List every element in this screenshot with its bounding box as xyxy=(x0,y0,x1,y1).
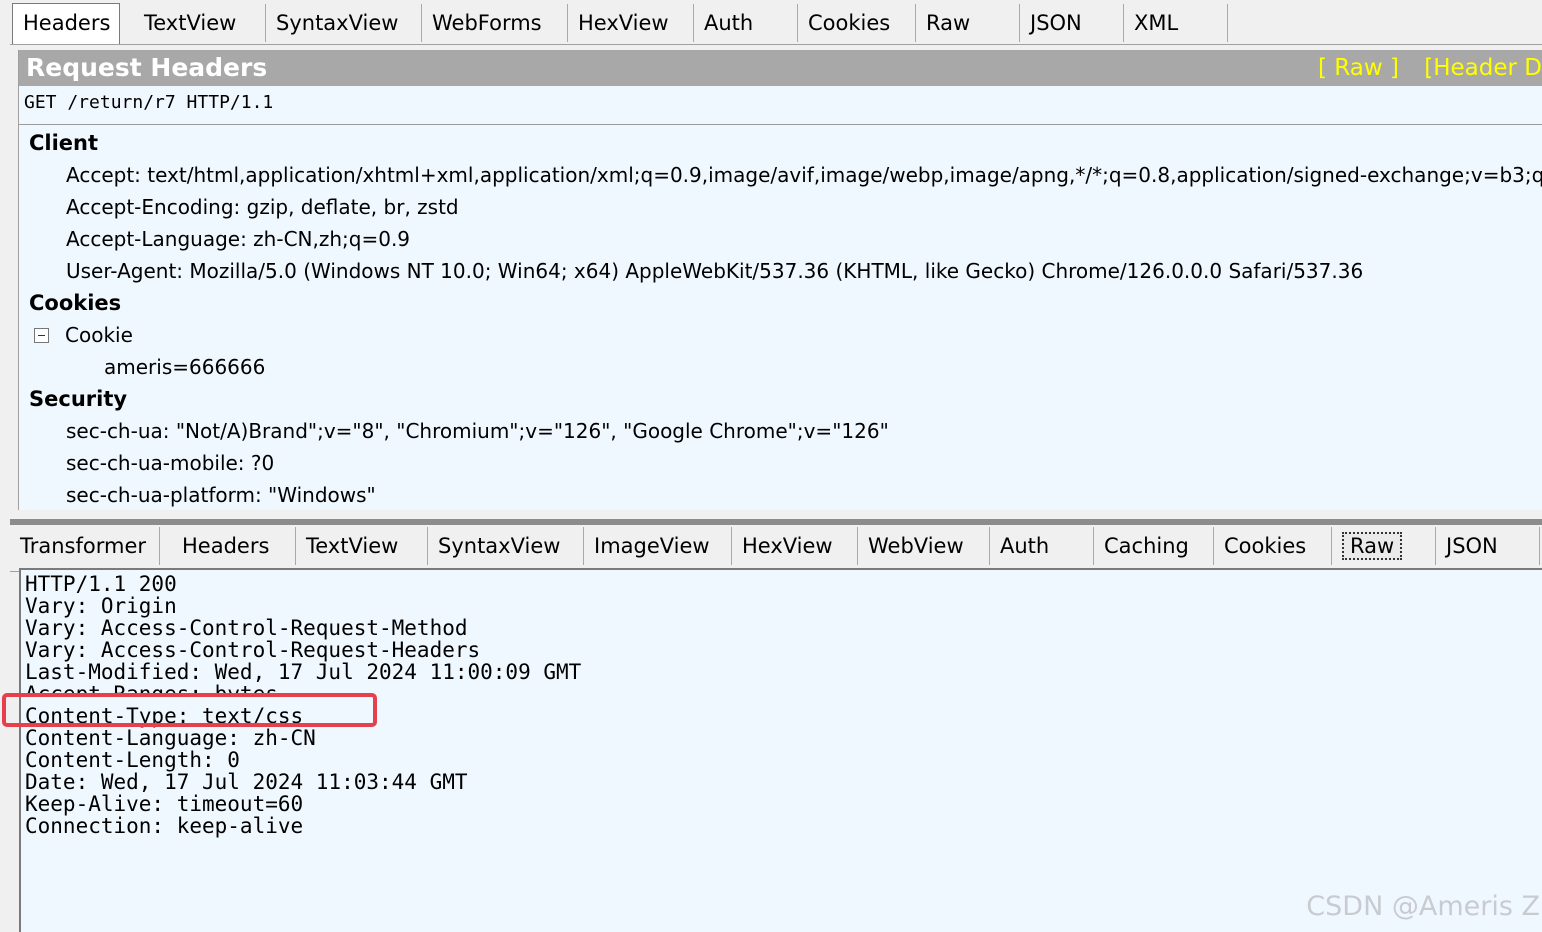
collapse-icon[interactable] xyxy=(34,327,49,343)
header-definitions-link[interactable]: [Header D xyxy=(1424,55,1542,81)
tab-request-json[interactable]: JSON xyxy=(1020,4,1124,42)
tab-response-syntaxview[interactable]: SyntaxView xyxy=(428,527,584,565)
tab-request-syntaxview[interactable]: SyntaxView xyxy=(266,4,422,42)
raw-line: Content-Length: 0 xyxy=(25,748,240,772)
tab-response-caching[interactable]: Caching xyxy=(1094,527,1214,565)
request-tab-bar: Headers TextView SyntaxView WebForms Hex… xyxy=(10,0,1542,45)
group-security[interactable]: Security xyxy=(19,383,1542,415)
tab-response-hexview[interactable]: HexView xyxy=(732,527,858,565)
tab-response-raw[interactable]: Raw xyxy=(1332,527,1436,565)
cookie-node[interactable]: Cookie xyxy=(19,319,1542,351)
header-item[interactable]: User-Agent: Mozilla/5.0 (Windows NT 10.0… xyxy=(19,255,1542,287)
response-raw-panel[interactable]: HTTP/1.1 200 Vary: Origin Vary: Access-C… xyxy=(19,568,1542,932)
header-item[interactable]: Accept: text/html,application/xhtml+xml,… xyxy=(19,159,1542,191)
raw-line: Vary: Access-Control-Request-Headers xyxy=(25,638,481,662)
tab-request-webforms[interactable]: WebForms xyxy=(422,4,568,42)
tab-request-raw[interactable]: Raw xyxy=(916,4,1020,42)
tab-response-headers[interactable]: Headers xyxy=(172,527,296,565)
raw-line: Last-Modified: Wed, 17 Jul 2024 11:00:09… xyxy=(25,660,582,684)
raw-line: Content-Language: zh-CN xyxy=(25,726,316,750)
tab-response-webview[interactable]: WebView xyxy=(858,527,990,565)
header-item[interactable]: Accept-Encoding: gzip, deflate, br, zstd xyxy=(19,191,1542,223)
request-line: GET /return/r7 HTTP/1.1 xyxy=(19,86,1542,125)
raw-line: Vary: Origin xyxy=(25,594,177,618)
raw-line: Connection: keep-alive xyxy=(25,814,304,838)
tab-response-auth[interactable]: Auth xyxy=(990,527,1094,565)
tab-request-headers[interactable]: Headers xyxy=(12,3,120,44)
tab-response-textview[interactable]: TextView xyxy=(296,527,428,565)
cookie-value[interactable]: ameris=666666 xyxy=(19,351,1542,383)
tab-request-textview[interactable]: TextView xyxy=(134,4,266,42)
tab-request-auth[interactable]: Auth xyxy=(694,4,798,42)
tab-response-cookies[interactable]: Cookies xyxy=(1214,527,1332,565)
header-item[interactable]: sec-ch-ua-platform: "Windows" xyxy=(19,479,1542,511)
raw-line: Date: Wed, 17 Jul 2024 11:03:44 GMT xyxy=(25,770,468,794)
raw-line: HTTP/1.1 200 xyxy=(25,572,177,596)
tab-response-json[interactable]: JSON xyxy=(1436,527,1540,565)
raw-link[interactable]: [ Raw ] xyxy=(1318,55,1399,81)
group-client[interactable]: Client xyxy=(19,127,1542,159)
tab-request-xml[interactable]: XML xyxy=(1124,4,1228,42)
cookie-node-label: Cookie xyxy=(65,323,133,347)
raw-line: Vary: Access-Control-Request-Method xyxy=(25,616,468,640)
group-cookies[interactable]: Cookies xyxy=(19,287,1542,319)
tab-request-cookies[interactable]: Cookies xyxy=(798,4,916,42)
header-item[interactable]: Accept-Language: zh-CN,zh;q=0.9 xyxy=(19,223,1542,255)
raw-line: Keep-Alive: timeout=60 xyxy=(25,792,304,816)
request-headers-title-bar: Request Headers [ Raw ] [Header D xyxy=(19,50,1542,86)
header-item[interactable]: sec-ch-ua-mobile: ?0 xyxy=(19,447,1542,479)
highlight-annotation-box xyxy=(2,693,377,727)
request-headers-panel: Request Headers [ Raw ] [Header D GET /r… xyxy=(18,50,1542,510)
tab-request-hexview[interactable]: HexView xyxy=(568,4,694,42)
panel-title: Request Headers xyxy=(26,53,268,82)
tab-response-imageview[interactable]: ImageView xyxy=(584,527,732,565)
header-item[interactable]: sec-ch-ua: "Not/A)Brand";v="8", "Chromiu… xyxy=(19,415,1542,447)
header-tree: Client Accept: text/html,application/xht… xyxy=(19,125,1542,511)
response-tab-bar: Transformer Headers TextView SyntaxView … xyxy=(10,519,1542,572)
tab-response-transformer[interactable]: Transformer xyxy=(10,527,160,565)
watermark: CSDN @Ameris Z xyxy=(1306,891,1540,922)
